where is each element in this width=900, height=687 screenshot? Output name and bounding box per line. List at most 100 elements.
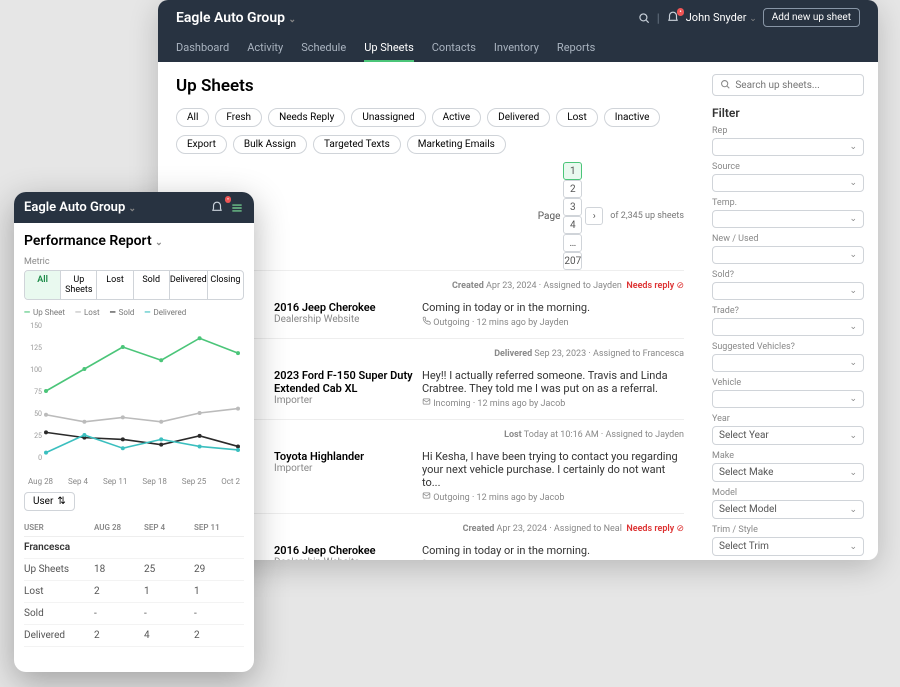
message-meta: Outgoing · 12 mins ago by Jayden [422,316,684,328]
lead-source: Importer [274,395,414,406]
filter-make-select[interactable]: Select Make⌄ [712,463,864,482]
filter-lost[interactable]: Lost [556,108,598,127]
filter-rep-select[interactable]: ⌄ [712,138,864,156]
action-export[interactable]: Export [176,135,227,154]
nav-inventory[interactable]: Inventory [494,35,539,62]
col-header: SEP 4 [144,523,194,532]
filter-label: Trim / Style [712,525,864,535]
filter-active[interactable]: Active [432,108,482,127]
report-title[interactable]: Performance Report ⌄ [24,233,244,249]
filter-unassigned[interactable]: Unassigned [351,108,425,127]
page-3[interactable]: 3 [563,198,582,216]
legend-lost: Lost [75,308,100,317]
page-4[interactable]: 4 [563,216,582,234]
nav-up-sheets[interactable]: Up Sheets [364,35,414,62]
add-new-up-sheet-button[interactable]: Add new up sheet [763,8,860,27]
col-header: AUG 28 [94,523,144,532]
page-2[interactable]: 2 [563,180,582,198]
message-preview: Hi Kesha, I have been trying to contact … [422,450,684,489]
filter-trade--select[interactable]: ⌄ [712,318,864,336]
svg-text:100: 100 [30,366,42,374]
notifications-icon[interactable]: • [210,201,224,215]
filter-fresh[interactable]: Fresh [215,108,262,127]
filter-inactive[interactable]: Inactive [604,108,661,127]
x-tick: Aug 28 [28,477,53,486]
message-preview: Hey!! I actually referred someone. Travi… [422,369,684,395]
notifications-icon[interactable]: • [666,11,680,25]
primary-nav: Dashboard Activity Schedule Up Sheets Contac… [176,31,860,62]
segment-all[interactable]: All [25,271,61,299]
filter-label: New / Used [712,234,864,244]
page-count: of 2,345 up sheets [610,211,684,221]
filter-temp--select[interactable]: ⌄ [712,210,864,228]
filter-vehicle-select[interactable]: ⌄ [712,390,864,408]
page-label: Page [538,211,561,222]
metric-segmented-control[interactable]: AllUp SheetsLostSoldDeliveredClosing [24,270,244,300]
filter-label: Vehicle [712,378,864,388]
lead-source: Importer [274,463,414,474]
action-marketing-emails[interactable]: Marketing Emails [407,135,506,154]
nav-contacts[interactable]: Contacts [432,35,476,62]
segment-closing[interactable]: Closing [208,271,243,299]
message-meta: Outgoing · 12 mins ago by Jayden [422,559,684,560]
page-next[interactable]: › [585,207,603,225]
chart-legend: Up Sheet Lost Sold Delivered [24,308,244,317]
filter-delivered[interactable]: Delivered [487,108,550,127]
page-207[interactable]: 207 [563,252,582,270]
nav-schedule[interactable]: Schedule [301,35,346,62]
org-switcher[interactable]: Eagle Auto Group ⌄ [24,200,136,215]
page-1[interactable]: 1 [563,162,582,180]
filter-source-select[interactable]: ⌄ [712,174,864,192]
search-icon [719,78,731,92]
user-menu[interactable]: John Snyder ⌄ [686,11,757,24]
message-preview: Coming in today or in the morning. [422,544,684,557]
filter-label: Trade? [712,306,864,316]
page-title: Up Sheets [176,76,684,96]
performance-chart: 0255075100125150 [24,321,244,471]
filter-trim-style-select[interactable]: Select Trim⌄ [712,537,864,556]
message-meta: Incoming · 12 mins ago by Jacob [422,397,684,409]
segment-lost[interactable]: Lost [97,271,133,299]
filter-needs-reply[interactable]: Needs Reply [268,108,345,127]
action-targeted-texts[interactable]: Targeted Texts [313,135,401,154]
menu-icon[interactable] [230,201,244,215]
table-row: Up Sheets182529 [24,559,244,581]
search-box[interactable] [712,74,864,96]
action-bulk-assign[interactable]: Bulk Assign [233,135,307,154]
segment-up-sheets[interactable]: Up Sheets [61,271,97,299]
filter-sold--select[interactable]: ⌄ [712,282,864,300]
legend-up-sheet: Up Sheet [24,308,65,317]
legend-sold: Sold [110,308,135,317]
svg-text:150: 150 [30,322,42,330]
x-tick: Sep 11 [103,477,127,486]
table-row: Delivered242 [24,625,244,647]
vehicle-title: 2016 Jeep Cherokee [274,544,414,557]
nav-reports[interactable]: Reports [557,35,595,62]
table-row: Lost211 [24,581,244,603]
filter-suggested-vehicles--select[interactable]: ⌄ [712,354,864,372]
nav-activity[interactable]: Activity [247,35,283,62]
filter-new-used-select[interactable]: ⌄ [712,246,864,264]
chart-x-axis: Aug 28Sep 4Sep 11Sep 18Sep 25Oct 2 [24,477,244,492]
page-…[interactable]: … [563,234,582,252]
filter-label: Year [712,414,864,424]
action-row: Export Bulk Assign Targeted Texts Marketing… [176,135,684,154]
filter-all[interactable]: All [176,108,209,127]
filter-year-select[interactable]: Select Year⌄ [712,426,864,445]
search-input[interactable] [735,80,857,91]
search-icon[interactable] [637,11,651,25]
svg-text:75: 75 [34,388,42,396]
x-tick: Sep 18 [142,477,166,486]
svg-text:50: 50 [34,410,42,418]
user-filter-dropdown[interactable]: User ⇅ [24,492,75,511]
vehicle-title: 2023 Ford F-150 Super Duty Extended Cab … [274,369,414,395]
x-tick: Sep 25 [182,477,206,486]
org-switcher[interactable]: Eagle Auto Group ⌄ [176,10,296,26]
segment-delivered[interactable]: Delivered [170,271,208,299]
filter-label: Sold? [712,270,864,280]
filter-model-select[interactable]: Select Model⌄ [712,500,864,519]
nav-dashboard[interactable]: Dashboard [176,35,229,62]
filter-label: Rep [712,126,864,136]
filter-label: Make [712,451,864,461]
segment-sold[interactable]: Sold [134,271,170,299]
